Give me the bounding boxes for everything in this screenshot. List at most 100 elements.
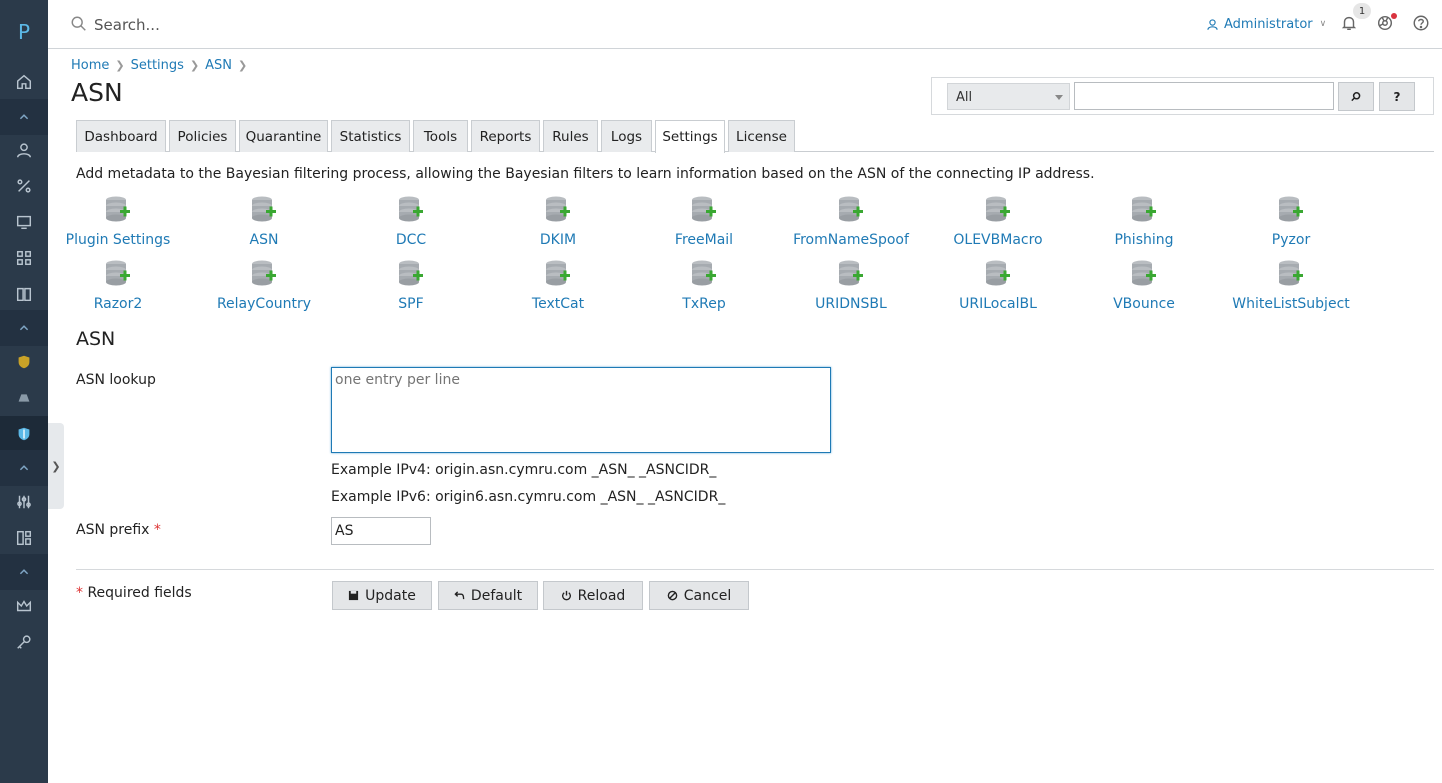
- sliders-icon[interactable]: [0, 484, 48, 520]
- tab-dashboard[interactable]: Dashboard: [76, 120, 166, 152]
- plugin-label: TextCat: [531, 296, 585, 312]
- database-add-icon: [545, 259, 571, 293]
- plugin-link-whitelistsubject[interactable]: WhiteListSubject: [1221, 259, 1361, 312]
- plugin-link-plugin-settings[interactable]: Plugin Settings: [48, 195, 188, 248]
- tab-license[interactable]: License: [728, 120, 795, 152]
- left-nav-rail: P: [0, 0, 48, 783]
- apps-grid-icon[interactable]: [0, 240, 48, 276]
- mailscanner-icon[interactable]: [0, 416, 48, 452]
- user-name: Administrator: [1224, 16, 1313, 32]
- required-marker: *: [76, 585, 83, 601]
- filter-help-button[interactable]: ?: [1379, 82, 1415, 111]
- database-add-icon: [1131, 259, 1157, 293]
- user-icon[interactable]: [0, 132, 48, 168]
- collapse-group-icon[interactable]: [0, 310, 48, 346]
- filter-select[interactable]: All: [947, 83, 1070, 110]
- default-label: Default: [470, 587, 523, 604]
- tab-settings[interactable]: Settings: [655, 120, 725, 153]
- tab-reports[interactable]: Reports: [471, 120, 540, 152]
- shield-icon[interactable]: [0, 344, 48, 380]
- tab-tools[interactable]: Tools: [413, 120, 468, 152]
- divider: [76, 569, 1434, 570]
- database-add-icon: [398, 195, 424, 229]
- database-add-icon: [985, 195, 1011, 229]
- dropdown-arrow-icon: [1055, 95, 1063, 100]
- top-bar: Administrator ∨ 1: [48, 0, 1442, 49]
- dashboard-icon[interactable]: [0, 520, 48, 556]
- plugin-label: WhiteListSubject: [1232, 296, 1350, 312]
- key-icon[interactable]: [0, 624, 48, 660]
- plugin-link-dkim[interactable]: DKIM: [488, 195, 628, 248]
- database-add-icon: [691, 259, 717, 293]
- plugin-label: Plugin Settings: [65, 232, 171, 248]
- home-icon[interactable]: [0, 64, 48, 100]
- plugin-link-razor2[interactable]: Razor2: [48, 259, 188, 312]
- database-add-icon: [691, 195, 717, 229]
- collapse-group-icon[interactable]: [0, 554, 48, 590]
- app-logo[interactable]: P: [0, 0, 48, 64]
- global-search-input[interactable]: [94, 12, 494, 38]
- tab-policies[interactable]: Policies: [169, 120, 236, 152]
- filter-select-value: All: [956, 90, 973, 105]
- plugin-link-uridnsbl[interactable]: URIDNSBL: [781, 259, 921, 312]
- cancel-label: Cancel: [683, 587, 732, 604]
- asn-prefix-label: ASN prefix *: [76, 522, 161, 538]
- asn-lookup-textarea[interactable]: [331, 367, 831, 453]
- database-add-icon: [105, 259, 131, 293]
- breadcrumb-settings[interactable]: Settings: [131, 58, 184, 73]
- database-add-icon: [105, 195, 131, 229]
- help-icon[interactable]: [1412, 14, 1432, 34]
- database-add-icon: [985, 259, 1011, 293]
- database-add-icon: [251, 259, 277, 293]
- spy-icon[interactable]: [0, 380, 48, 416]
- book-icon[interactable]: [0, 276, 48, 312]
- plugin-link-textcat[interactable]: TextCat: [488, 259, 628, 312]
- collapse-group-icon[interactable]: [0, 450, 48, 486]
- filter-search-button[interactable]: [1338, 82, 1374, 111]
- cancel-button[interactable]: Cancel: [649, 581, 749, 610]
- save-icon: [349, 590, 359, 601]
- plugin-label: ASN: [249, 232, 279, 248]
- database-add-icon: [1278, 195, 1304, 229]
- plugin-link-pyzor[interactable]: Pyzor: [1221, 195, 1361, 248]
- monitor-icon[interactable]: [0, 204, 48, 240]
- plugin-label: RelayCountry: [216, 296, 312, 312]
- plugin-label: TxRep: [682, 296, 726, 312]
- filter-search-input[interactable]: [1074, 82, 1334, 110]
- plugin-link-txrep[interactable]: TxRep: [634, 259, 774, 312]
- breadcrumb-home[interactable]: Home: [71, 58, 109, 73]
- update-button[interactable]: Update: [332, 581, 432, 610]
- plugin-link-olevbmacro[interactable]: OLEVBMacro: [928, 195, 1068, 248]
- required-fields-text: Required fields: [87, 585, 192, 601]
- plugin-link-spf[interactable]: SPF: [341, 259, 481, 312]
- plugin-link-relaycountry[interactable]: RelayCountry: [194, 259, 334, 312]
- plugin-link-dcc[interactable]: DCC: [341, 195, 481, 248]
- plugin-link-urilocalbl[interactable]: URILocalBL: [928, 259, 1068, 312]
- crown-icon[interactable]: [0, 588, 48, 624]
- plugin-link-vbounce[interactable]: VBounce: [1074, 259, 1214, 312]
- example-ipv6: Example IPv6: origin6.asn.cymru.com _ASN…: [331, 489, 726, 505]
- tab-rules[interactable]: Rules: [543, 120, 598, 152]
- plugin-link-fromnamespoof[interactable]: FromNameSpoof: [781, 195, 921, 248]
- asn-prefix-input[interactable]: [331, 517, 431, 545]
- percent-icon[interactable]: [0, 168, 48, 204]
- default-button[interactable]: Default: [438, 581, 538, 610]
- plugin-link-freemail[interactable]: FreeMail: [634, 195, 774, 248]
- database-add-icon: [398, 259, 424, 293]
- main-content: Home ❯ Settings ❯ ASN ❯ ASN All ? Dashbo…: [48, 49, 1442, 783]
- chevron-down-icon: ∨: [1319, 19, 1327, 29]
- breadcrumb-asn[interactable]: ASN: [205, 58, 232, 73]
- reload-button[interactable]: Reload: [543, 581, 643, 610]
- tab-logs[interactable]: Logs: [601, 120, 652, 152]
- plugin-link-asn[interactable]: ASN: [194, 195, 334, 248]
- plugin-label: SPF: [398, 296, 424, 312]
- plugin-label: Razor2: [93, 296, 143, 312]
- plugin-link-phishing[interactable]: Phishing: [1074, 195, 1214, 248]
- collapse-group-icon[interactable]: [0, 99, 48, 135]
- plugin-label: DKIM: [539, 232, 577, 248]
- database-add-icon: [1278, 259, 1304, 293]
- tab-statistics[interactable]: Statistics: [331, 120, 410, 152]
- tab-quarantine[interactable]: Quarantine: [239, 120, 328, 152]
- user-menu[interactable]: Administrator ∨: [1206, 14, 1326, 34]
- asn-prefix-label-text: ASN prefix: [76, 522, 150, 538]
